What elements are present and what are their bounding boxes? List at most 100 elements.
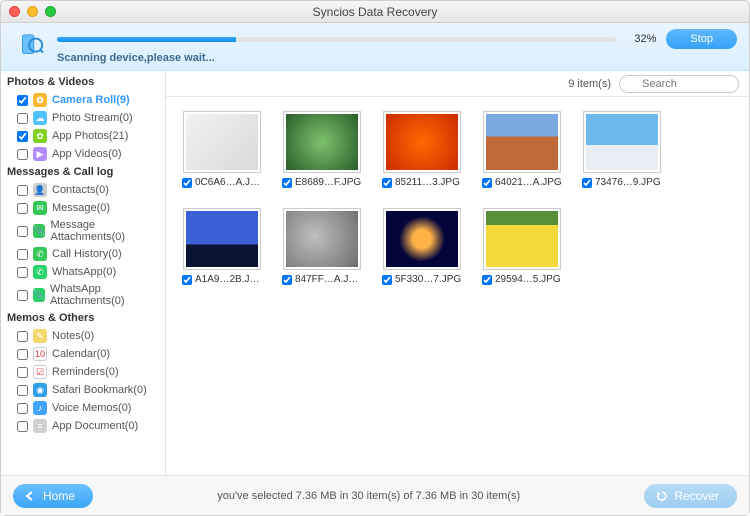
sidebar-item-label: Photo Stream(0): [52, 112, 133, 124]
sidebar-item-label: WhatsApp(0): [52, 266, 116, 278]
thumbnail-label: 847FF…A.JPG: [282, 274, 362, 285]
thumbnail-checkbox[interactable]: [382, 178, 392, 188]
thumbnail-checkbox[interactable]: [582, 178, 592, 188]
sidebar-item[interactable]: ✆ WhatsApp(0): [1, 263, 165, 281]
thumbnail-label: 29594…5.JPG: [482, 274, 562, 285]
sidebar-checkbox[interactable]: [17, 95, 28, 106]
thumbnail-image[interactable]: [483, 208, 561, 270]
thumbnail-image[interactable]: [583, 111, 661, 173]
sidebar-item-label: Contacts(0): [52, 184, 109, 196]
thumbnail-image[interactable]: [183, 208, 261, 270]
sidebar-checkbox[interactable]: [17, 290, 28, 301]
stop-button[interactable]: Stop: [666, 29, 737, 49]
category-icon: 👤: [33, 183, 47, 197]
thumbnail[interactable]: 5F330…7.JPG: [382, 208, 462, 285]
thumbnail[interactable]: 64021…A.JPG: [482, 111, 562, 188]
sidebar-item-label: Safari Bookmark(0): [52, 384, 147, 396]
sidebar-checkbox[interactable]: [17, 185, 28, 196]
search-input[interactable]: [619, 75, 739, 93]
category-icon: ☁: [33, 111, 47, 125]
sidebar-item[interactable]: ✉Message(0): [1, 199, 165, 217]
category-icon: ◉: [33, 383, 47, 397]
thumbnail-image[interactable]: [283, 208, 361, 270]
sidebar-checkbox[interactable]: [17, 403, 28, 414]
category-icon: ✎: [33, 329, 47, 343]
thumbnail-label: A1A9…2B.JPG: [182, 274, 262, 285]
thumbnail-filename: 847FF…A.JPG: [295, 274, 362, 285]
thumbnail[interactable]: A1A9…2B.JPG: [182, 208, 262, 285]
thumbnail-checkbox[interactable]: [182, 178, 192, 188]
sidebar-item[interactable]: 👤 Contacts(0): [1, 181, 165, 199]
sidebar-item-label: Voice Memos(0): [52, 402, 131, 414]
thumbnail[interactable]: 73476…9.JPG: [582, 111, 662, 188]
thumbnail-filename: 85211…3.JPG: [395, 177, 462, 188]
thumbnail[interactable]: 85211…3.JPG: [382, 111, 462, 188]
thumbnail-checkbox[interactable]: [282, 178, 292, 188]
sidebar-checkbox[interactable]: [17, 226, 28, 237]
sidebar-checkbox[interactable]: [17, 113, 28, 124]
thumbnail-checkbox[interactable]: [382, 275, 392, 285]
sidebar-item[interactable]: ☑Reminders(0): [1, 363, 165, 381]
scan-body: 32% Stop Scanning device,please wait...: [57, 29, 737, 64]
thumbnail-image[interactable]: [383, 111, 461, 173]
sidebar-item-label: WhatsApp Attachments(0): [50, 283, 159, 307]
thumbnail-checkbox[interactable]: [482, 178, 492, 188]
sidebar-item[interactable]: ✿App Photos(21): [1, 127, 165, 145]
sidebar-item[interactable]: ✿Camera Roll(9): [1, 91, 165, 109]
thumbnail[interactable]: 847FF…A.JPG: [282, 208, 362, 285]
sidebar-item[interactable]: ≡App Document(0): [1, 417, 165, 435]
thumbnail-label: 64021…A.JPG: [482, 177, 562, 188]
sidebar-section-header: Memos & Others: [1, 309, 165, 327]
category-icon: ♪: [33, 401, 47, 415]
sidebar-item[interactable]: 10Calendar(0): [1, 345, 165, 363]
sidebar-item[interactable]: ☁ Photo Stream(0): [1, 109, 165, 127]
sidebar-item[interactable]: ◉ Safari Bookmark(0): [1, 381, 165, 399]
sidebar-item[interactable]: 📎Message Attachments(0): [1, 217, 165, 245]
sidebar-item[interactable]: ♪ Voice Memos(0): [1, 399, 165, 417]
sidebar-checkbox[interactable]: [17, 385, 28, 396]
thumbnail-image[interactable]: [183, 111, 261, 173]
thumbnail-grid[interactable]: 0C6A6…A.JPG E8689…F.JPG 85211…3.JPG 64021…A…: [166, 97, 749, 475]
category-icon: ✆: [33, 265, 47, 279]
sidebar-item[interactable]: ✆Call History(0): [1, 245, 165, 263]
app-window: Syncios Data Recovery 32% Stop Scanning …: [0, 0, 750, 516]
recover-button[interactable]: Recover: [644, 484, 737, 508]
sidebar[interactable]: Photos & Videos✿Camera Roll(9)☁Photo Str…: [1, 71, 166, 475]
footer: Home you've selected 7.36 MB in 30 item(…: [1, 475, 749, 515]
content: Photos & Videos✿Camera Roll(9)☁Photo Str…: [1, 71, 749, 475]
thumbnail-image[interactable]: [383, 208, 461, 270]
sidebar-checkbox[interactable]: [17, 331, 28, 342]
sidebar-checkbox[interactable]: [17, 203, 28, 214]
thumbnail[interactable]: E8689…F.JPG: [282, 111, 362, 188]
sidebar-checkbox[interactable]: [17, 367, 28, 378]
thumbnail[interactable]: 0C6A6…A.JPG: [182, 111, 262, 188]
category-icon: ☑: [33, 365, 47, 379]
category-icon: ✆: [33, 247, 47, 261]
thumbnail-checkbox[interactable]: [482, 275, 492, 285]
thumbnail-label: 85211…3.JPG: [382, 177, 462, 188]
selection-status: you've selected 7.36 MB in 30 item(s) of…: [103, 490, 634, 502]
thumbnail-label: 5F330…7.JPG: [382, 274, 462, 285]
thumbnail-image[interactable]: [283, 111, 361, 173]
thumbnail-image[interactable]: [483, 111, 561, 173]
thumbnail-filename: 73476…9.JPG: [595, 177, 662, 188]
sidebar-checkbox[interactable]: [17, 131, 28, 142]
thumbnail-filename: E8689…F.JPG: [295, 177, 362, 188]
sidebar-checkbox[interactable]: [17, 421, 28, 432]
scan-status-text: Scanning device,please wait...: [57, 52, 737, 64]
titlebar: Syncios Data Recovery: [1, 1, 749, 23]
sidebar-item[interactable]: ▶App Videos(0): [1, 145, 165, 163]
category-icon: ✉: [33, 201, 47, 215]
thumbnail-checkbox[interactable]: [182, 275, 192, 285]
thumbnail-checkbox[interactable]: [282, 275, 292, 285]
sidebar-checkbox[interactable]: [17, 149, 28, 160]
progress-percent: 32%: [626, 33, 656, 45]
sidebar-checkbox[interactable]: [17, 267, 28, 278]
sidebar-item[interactable]: ✎Notes(0): [1, 327, 165, 345]
thumbnail[interactable]: 29594…5.JPG: [482, 208, 562, 285]
home-button[interactable]: Home: [13, 484, 93, 508]
sidebar-item[interactable]: 📎WhatsApp Attachments(0): [1, 281, 165, 309]
sidebar-checkbox[interactable]: [17, 349, 28, 360]
item-count: 9 item(s): [568, 78, 611, 90]
sidebar-checkbox[interactable]: [17, 249, 28, 260]
